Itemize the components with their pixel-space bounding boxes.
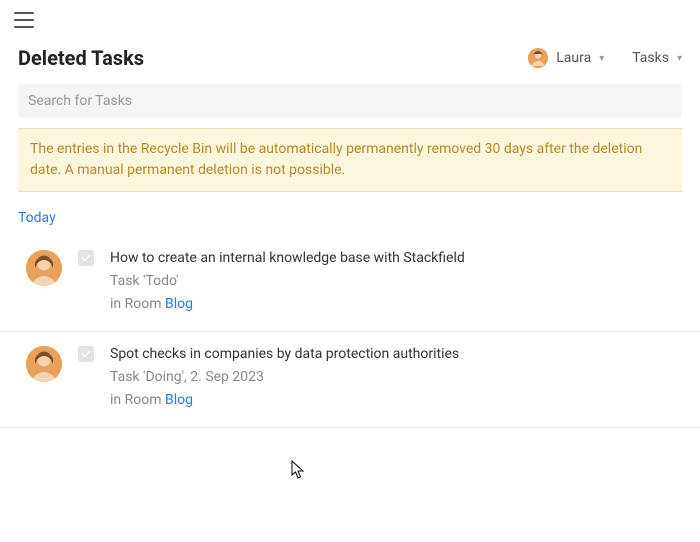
type-filter-label: Tasks [632,50,669,66]
menu-toggle[interactable] [14,12,34,28]
task-room: in Room Blog [110,294,682,315]
avatar-icon [528,48,548,68]
task-row[interactable]: How to create an internal knowledge base… [0,236,700,332]
cursor-icon [291,460,307,480]
page-header: Deleted Tasks Laura ▾ Tasks ▾ [0,36,700,78]
date-section-label: Today [18,210,682,226]
chevron-down-icon: ▾ [677,53,682,64]
user-filter-selector[interactable]: Laura ▾ [528,48,604,68]
type-filter-selector[interactable]: Tasks ▾ [632,50,682,66]
page-title: Deleted Tasks [18,46,144,70]
task-title: Spot checks in companies by data protect… [110,344,682,365]
search-placeholder: Search for Tasks [28,93,132,109]
task-meta: Task 'Doing', 2. Sep 2023 [110,367,682,388]
user-filter-label: Laura [556,50,591,66]
search-input[interactable]: Search for Tasks [18,84,682,118]
retention-notice: The entries in the Recycle Bin will be a… [18,128,682,192]
room-link[interactable]: Blog [165,296,193,312]
avatar [26,250,62,286]
task-row[interactable]: Spot checks in companies by data protect… [0,332,700,428]
task-room: in Room Blog [110,390,682,411]
task-meta: Task 'Todo' [110,271,682,292]
chevron-down-icon: ▾ [599,53,604,64]
checkbox-icon [78,346,94,362]
room-link[interactable]: Blog [165,392,193,408]
checkbox-icon [78,250,94,266]
task-title: How to create an internal knowledge base… [110,248,682,269]
avatar [26,346,62,382]
